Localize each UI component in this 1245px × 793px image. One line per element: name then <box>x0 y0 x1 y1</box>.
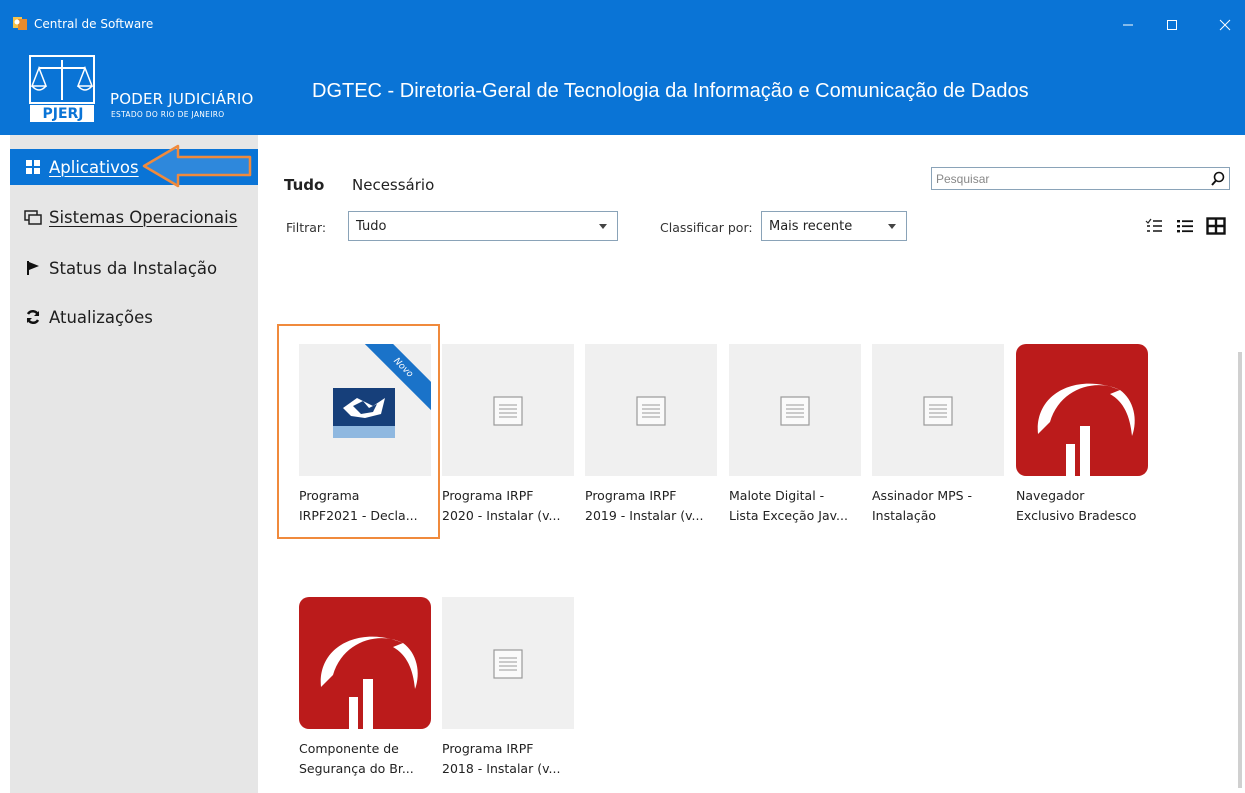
app-thumbnail <box>729 344 861 476</box>
filter-select[interactable]: Tudo <box>348 211 618 241</box>
flag-icon <box>22 259 44 277</box>
app-name: Programa IRPF2021 - Decla... <box>299 488 418 523</box>
bradesco-logo-icon <box>1037 383 1135 476</box>
app-tile-navegador-bradesco[interactable]: Navegador Exclusivo Bradesco <box>1016 344 1152 564</box>
generic-app-icon <box>493 649 523 679</box>
title-bar: Central de Software <box>0 0 1245 44</box>
app-thumbnail <box>299 597 431 729</box>
checklist-view-icon <box>1145 218 1162 232</box>
app-name: Programa IRPF 2019 - Instalar (v... <box>585 488 704 523</box>
logo-subtitle: ESTADO DO RIO DE JANEIRO <box>111 110 225 119</box>
chevron-down-icon <box>888 224 896 229</box>
header-banner: PJERJ PODER JUDICIÁRIO ESTADO DO RIO DE … <box>0 44 1245 135</box>
app-tile-irpf2020[interactable]: Programa IRPF 2020 - Instalar (v... <box>442 344 578 564</box>
sidebar-item-status-instalacao[interactable]: Status da Instalação <box>10 248 258 288</box>
app-name: Assinador MPS - Instalação <box>872 488 973 523</box>
tile-view-icon <box>1206 217 1226 235</box>
refresh-icon <box>22 308 44 326</box>
search-input[interactable] <box>936 170 1196 188</box>
sidebar-item-atualizacoes[interactable]: Atualizações <box>10 297 258 337</box>
app-thumbnail <box>1016 344 1148 476</box>
app-tile-irpf2018[interactable]: Programa IRPF 2018 - Instalar (v... <box>442 597 578 793</box>
sidebar-item-sistemas-operacionais[interactable]: Sistemas Operacionais <box>10 197 258 237</box>
logo-mark: PJERJ <box>42 106 84 122</box>
apps-grid-icon <box>22 158 44 176</box>
app-tile-componente-seguranca[interactable]: Componente de Segurança do Br... <box>299 597 435 793</box>
organization-title: DGTEC - Diretoria-Geral de Tecnologia da… <box>312 80 1029 102</box>
minimize-button[interactable] <box>1108 10 1148 40</box>
app-tile-assinador-mps[interactable]: Assinador MPS - Instalação <box>872 344 1008 564</box>
logo-title: PODER JUDICIÁRIO <box>110 90 254 108</box>
search-box <box>931 167 1230 190</box>
close-button[interactable] <box>1205 10 1245 40</box>
generic-app-icon <box>780 396 810 426</box>
tab-necessario[interactable]: Necessário <box>352 176 434 194</box>
bradesco-logo-icon <box>320 636 418 729</box>
generic-app-icon <box>636 396 666 426</box>
app-name: Componente de Segurança do Br... <box>299 741 414 776</box>
app-thumbnail <box>442 344 574 476</box>
list-view-button[interactable] <box>1174 216 1196 236</box>
sort-label: Classificar por: <box>660 220 753 235</box>
generic-app-icon <box>493 396 523 426</box>
minimize-icon <box>1123 24 1133 26</box>
app-tile-irpf2019[interactable]: Programa IRPF 2019 - Instalar (v... <box>585 344 721 564</box>
app-name: Programa IRPF 2020 - Instalar (v... <box>442 488 561 523</box>
chevron-down-icon <box>599 224 607 229</box>
app-tile-malote-digital[interactable]: Malote Digital - Lista Exceção Jav... <box>729 344 865 564</box>
app-thumbnail <box>442 597 574 729</box>
software-center-window: Central de Software PJERJ PODER JUDICIÁR… <box>0 0 1245 793</box>
sidebar-item-label: Atualizações <box>49 307 153 327</box>
vertical-scrollbar[interactable] <box>1237 340 1243 793</box>
app-thumbnail <box>585 344 717 476</box>
tab-tudo[interactable]: Tudo <box>284 176 324 194</box>
list-view-icon <box>1177 220 1193 233</box>
checklist-view-button[interactable] <box>1143 216 1165 236</box>
window-title: Central de Software <box>34 17 154 31</box>
sort-select[interactable]: Mais recente <box>761 211 907 241</box>
app-name: Programa IRPF 2018 - Instalar (v... <box>442 741 561 776</box>
app-thumbnail: Novo <box>299 344 431 476</box>
sidebar-item-label: Aplicativos <box>49 157 139 177</box>
app-name: Navegador Exclusivo Bradesco <box>1016 488 1137 523</box>
maximize-icon <box>1167 20 1177 30</box>
close-icon <box>1219 19 1231 31</box>
maximize-button[interactable] <box>1152 10 1192 40</box>
sidebar-item-label: Sistemas Operacionais <box>49 207 238 227</box>
app-thumbnail <box>872 344 1004 476</box>
sidebar: Aplicativos Sistemas Operacionais Status… <box>10 135 258 793</box>
tile-view-button[interactable] <box>1205 216 1227 236</box>
app-tile-irpf2021[interactable]: Novo Programa IRPF2021 - Decla... <box>299 344 435 564</box>
search-icon[interactable] <box>1209 170 1227 188</box>
filter-label: Filtrar: <box>286 220 327 235</box>
app-icon <box>13 17 27 30</box>
sort-value: Mais recente <box>769 218 853 234</box>
filter-value: Tudo <box>356 218 387 234</box>
generic-app-icon <box>923 396 953 426</box>
scrollbar-thumb[interactable] <box>1238 352 1242 788</box>
sidebar-item-label: Status da Instalação <box>49 258 218 278</box>
app-name: Malote Digital - Lista Exceção Jav... <box>729 488 848 523</box>
windows-stack-icon <box>22 208 44 226</box>
receita-federal-icon <box>333 388 395 438</box>
annotation-arrow-icon <box>142 144 252 188</box>
